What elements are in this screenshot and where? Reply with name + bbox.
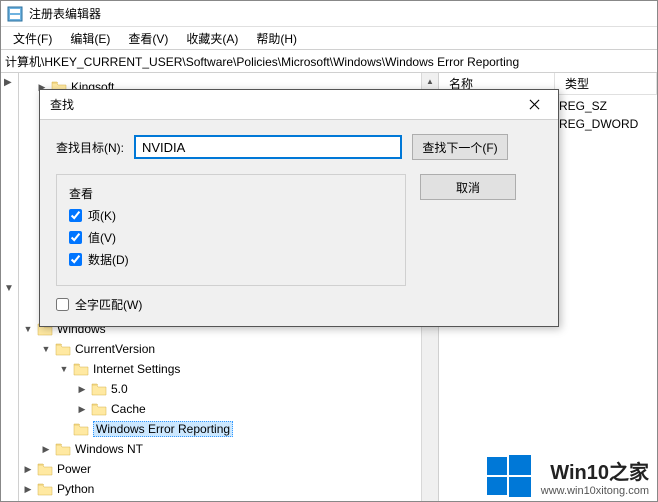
menu-view[interactable]: 查看(V) bbox=[120, 28, 176, 49]
expand-icon[interactable]: ▶ bbox=[75, 384, 89, 395]
folder-icon bbox=[73, 422, 89, 436]
tree-label: Power bbox=[57, 462, 91, 476]
folder-icon bbox=[55, 342, 71, 356]
expand-icon[interactable]: ▶ bbox=[39, 444, 53, 455]
tree-node-cache[interactable]: ▶ Cache bbox=[19, 399, 438, 419]
menu-file[interactable]: 文件(F) bbox=[5, 28, 60, 49]
menu-bar: 文件(F) 编辑(E) 查看(V) 收藏夹(A) 帮助(H) bbox=[1, 27, 657, 49]
check-label: 值(V) bbox=[88, 229, 116, 246]
dialog-close-button[interactable] bbox=[516, 93, 552, 117]
window-title: 注册表编辑器 bbox=[29, 5, 101, 22]
tree-label: Windows Error Reporting bbox=[93, 421, 233, 437]
menu-favorites[interactable]: 收藏夹(A) bbox=[178, 28, 246, 49]
scroll-up-icon[interactable]: ▲ bbox=[422, 73, 438, 90]
expand-icon[interactable]: ▶ bbox=[21, 484, 35, 495]
checkbox-whole[interactable] bbox=[56, 298, 69, 311]
menu-edit[interactable]: 编辑(E) bbox=[62, 28, 118, 49]
find-dialog: 查找 查找目标(N): 查找下一个(F) 查看 项(K) 值(V) bbox=[39, 89, 559, 327]
check-whole-word[interactable]: 全字匹配(W) bbox=[56, 296, 542, 313]
cell-type: REG_SZ bbox=[555, 99, 607, 113]
dialog-title: 查找 bbox=[50, 96, 74, 113]
chevron-right-icon[interactable]: ▶ bbox=[4, 77, 12, 88]
tree-label: Python bbox=[57, 482, 94, 496]
menu-help[interactable]: 帮助(H) bbox=[248, 28, 305, 49]
tree-node-python[interactable]: ▶ Python bbox=[19, 479, 438, 499]
folder-icon bbox=[73, 362, 89, 376]
address-path: 计算机\HKEY_CURRENT_USER\Software\Policies\… bbox=[5, 53, 519, 70]
tree-node-windows-nt[interactable]: ▶ Windows NT bbox=[19, 439, 438, 459]
checkbox-data[interactable] bbox=[69, 253, 82, 266]
col-type[interactable]: 类型 bbox=[555, 73, 657, 94]
checkbox-values[interactable] bbox=[69, 231, 82, 244]
tree-node-wer[interactable]: Windows Error Reporting bbox=[19, 419, 438, 439]
tree-label: 5.0 bbox=[111, 382, 128, 396]
cancel-button[interactable]: 取消 bbox=[420, 174, 516, 200]
check-label: 数据(D) bbox=[88, 251, 129, 268]
tree-node-5-0[interactable]: ▶ 5.0 bbox=[19, 379, 438, 399]
tree-label: CurrentVersion bbox=[75, 342, 155, 356]
check-data[interactable]: 数据(D) bbox=[69, 251, 393, 268]
folder-icon bbox=[91, 402, 107, 416]
look-at-group: 查看 项(K) 值(V) 数据(D) bbox=[56, 174, 406, 286]
find-target-label: 查找目标(N): bbox=[56, 139, 124, 156]
find-target-input[interactable] bbox=[134, 135, 402, 159]
find-next-button[interactable]: 查找下一个(F) bbox=[412, 134, 508, 160]
expand-icon[interactable]: ▼ bbox=[39, 344, 53, 354]
folder-icon bbox=[55, 442, 71, 456]
check-keys[interactable]: 项(K) bbox=[69, 207, 393, 224]
tree-label: Windows NT bbox=[75, 442, 143, 456]
dialog-titlebar[interactable]: 查找 bbox=[40, 90, 558, 120]
group-legend: 查看 bbox=[69, 187, 93, 201]
tree-node-power[interactable]: ▶ Power bbox=[19, 459, 438, 479]
tree-label: Cache bbox=[111, 402, 146, 416]
expand-icon[interactable]: ▶ bbox=[21, 464, 35, 475]
checkbox-keys[interactable] bbox=[69, 209, 82, 222]
cell-type: REG_DWORD bbox=[555, 117, 638, 131]
expand-icon[interactable]: ▼ bbox=[21, 324, 35, 334]
close-icon bbox=[529, 99, 540, 110]
expand-icon[interactable]: ▶ bbox=[75, 404, 89, 415]
folder-icon bbox=[37, 462, 53, 476]
check-label: 全字匹配(W) bbox=[75, 296, 142, 313]
regedit-icon bbox=[7, 6, 23, 22]
check-label: 项(K) bbox=[88, 207, 116, 224]
window-titlebar: 注册表编辑器 bbox=[1, 1, 657, 27]
address-bar[interactable]: 计算机\HKEY_CURRENT_USER\Software\Policies\… bbox=[1, 49, 657, 73]
tree-node-internet-settings[interactable]: ▼ Internet Settings bbox=[19, 359, 438, 379]
folder-icon bbox=[37, 482, 53, 496]
left-gutter: ▶ ▼ bbox=[1, 73, 19, 501]
tree-label: Internet Settings bbox=[93, 362, 180, 376]
check-values[interactable]: 值(V) bbox=[69, 229, 393, 246]
tree-node-currentversion[interactable]: ▼ CurrentVersion bbox=[19, 339, 438, 359]
folder-icon bbox=[91, 382, 107, 396]
expand-icon[interactable]: ▼ bbox=[57, 364, 71, 374]
chevron-down-icon[interactable]: ▼ bbox=[4, 283, 14, 294]
